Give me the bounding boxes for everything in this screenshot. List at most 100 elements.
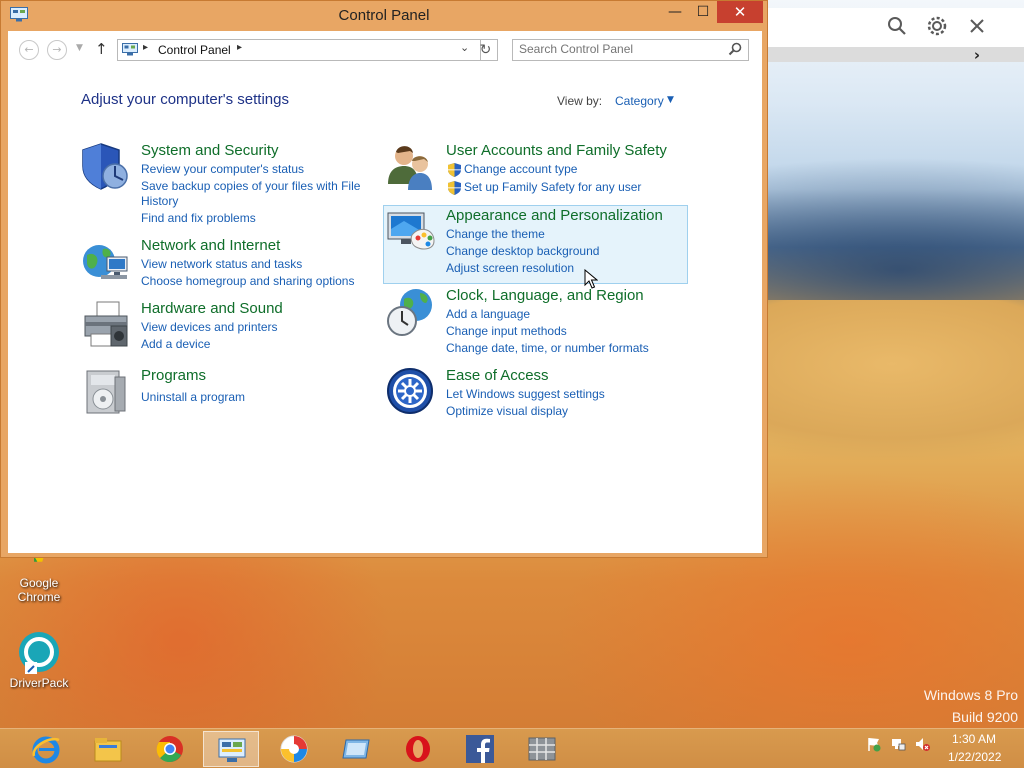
chrome-icon [34,556,44,562]
chevron-right-icon[interactable]: › [974,46,980,64]
close-button[interactable]: ✕ [717,1,763,23]
taskbar-app-grid[interactable] [514,731,570,767]
desktop-icon-google-chrome[interactable]: Google Chrome [6,556,72,604]
category-link[interactable]: Adjust screen resolution [446,260,574,276]
clock-date[interactable]: 1/22/2022 [948,750,1001,764]
category-hardware-and-sound: Hardware and Sound View devices and prin… [81,300,371,356]
page-title: Adjust your computer's settings [81,91,289,108]
network-icon[interactable] [890,736,906,752]
programs-icon [86,370,126,414]
chevron-down-icon[interactable]: ⌄ [460,41,469,54]
search-box[interactable] [512,39,749,61]
category-user-accounts: User Accounts and Family Safety Change a… [386,142,686,198]
recent-locations-icon[interactable]: ▼ [76,43,83,53]
chevron-down-icon[interactable]: ▼ [667,95,674,105]
category-link[interactable]: History [141,193,178,209]
control-panel-icon [122,43,138,56]
ease-of-access-icon [387,368,433,414]
desktop-icon-label: DriverPack [9,676,69,690]
os-build: Build 9200 [951,709,1018,725]
os-version-watermark: Windows 8 Pro Build 9200 [924,684,1018,728]
control-panel-icon [218,738,246,762]
category-network-and-internet: Network and Internet View network status… [81,237,371,293]
taskbar-browser[interactable] [266,731,322,767]
breadcrumb-separator-icon[interactable]: ▸ [143,42,148,53]
category-link[interactable]: Change the theme [446,226,545,242]
category-title[interactable]: Clock, Language, and Region [446,287,644,304]
up-arrow-icon[interactable]: ↑ [95,40,108,58]
category-link[interactable]: Find and fix problems [141,210,256,226]
category-link[interactable]: View network status and tasks [141,256,302,272]
background-browser-window[interactable]: › [765,8,1024,64]
window-icon [342,739,370,759]
address-bar[interactable]: ▸ Control Panel ▸ ⌄ [117,39,481,61]
category-appearance-and-personalization[interactable]: Appearance and Personalization Change th… [386,207,686,281]
category-title[interactable]: Programs [141,367,206,384]
category-link[interactable]: Change account type [464,161,577,177]
desktop-icon-label: Chrome [17,590,61,604]
category-link[interactable]: Change date, time, or number formats [446,340,649,356]
search-icon[interactable] [887,16,907,36]
category-title[interactable]: Hardware and Sound [141,300,283,317]
driverpack-icon [19,632,59,674]
category-title[interactable]: Network and Internet [141,237,280,254]
category-link[interactable]: Change input methods [446,323,567,339]
category-programs: Programs Uninstall a program [81,367,371,417]
app-grid-icon [528,737,556,761]
category-link[interactable]: Change desktop background [446,243,599,259]
volume-muted-icon[interactable] [914,736,930,752]
shield-icon [82,143,128,190]
action-center-flag-icon[interactable] [866,736,882,752]
breadcrumb-separator-icon[interactable]: ▸ [237,42,242,53]
category-link[interactable]: Set up Family Safety for any user [464,179,641,195]
chrome-icon [156,736,183,763]
taskbar-window-app[interactable] [328,731,384,767]
printer-icon [84,301,128,347]
category-link[interactable]: Save backup copies of your files with Fi… [141,178,360,194]
search-icon[interactable] [728,42,742,56]
clock-time[interactable]: 1:30 AM [952,732,996,746]
taskbar-control-panel[interactable] [203,731,259,767]
maximize-button[interactable]: ☐ [689,1,717,23]
network-globe-icon [83,245,128,279]
taskbar-chrome[interactable] [142,731,198,767]
window-content: ← → ▼ ↑ ▸ Control Panel ▸ ⌄ ↻ Adjust you… [8,31,762,553]
category-link[interactable]: Uninstall a program [141,389,245,405]
category-title[interactable]: Appearance and Personalization [446,207,663,224]
back-arrow-icon[interactable]: ← [19,40,39,60]
category-title[interactable]: System and Security [141,142,279,159]
refresh-icon[interactable]: ↻ [474,39,498,61]
search-input[interactable] [519,42,719,56]
control-panel-window[interactable]: Control Panel — ☐ ✕ ← → ▼ ↑ ▸ Control Pa… [0,0,768,558]
uac-shield-icon [448,181,461,195]
category-link[interactable]: Optimize visual display [446,403,568,419]
clock-globe-icon [387,289,432,336]
title-bar[interactable]: Control Panel — ☐ ✕ [1,1,767,31]
forward-arrow-icon[interactable]: → [47,40,67,60]
view-by-dropdown[interactable]: Category [615,94,664,108]
opera-icon [406,736,430,762]
category-title[interactable]: Ease of Access [446,367,549,384]
category-link[interactable]: Add a device [141,336,210,352]
taskbar-opera[interactable] [390,731,446,767]
category-link[interactable]: Review your computer's status [141,161,304,177]
category-link[interactable]: View devices and printers [141,319,278,335]
facebook-icon [466,735,494,763]
taskbar-internet-explorer[interactable] [18,731,74,767]
minimize-button[interactable]: — [661,1,689,23]
os-edition: Windows 8 Pro [923,687,1018,703]
monitor-palette-icon [387,212,435,250]
close-icon[interactable] [969,18,985,34]
category-link[interactable]: Add a language [446,306,530,322]
category-title[interactable]: User Accounts and Family Safety [446,142,667,159]
category-link[interactable]: Choose homegroup and sharing options [141,273,354,289]
taskbar-facebook[interactable] [452,731,508,767]
window-title: Control Panel [338,7,430,24]
category-clock-language-and-region: Clock, Language, and Region Add a langua… [386,287,686,361]
file-explorer-icon [94,738,122,762]
gear-icon[interactable] [926,15,948,37]
breadcrumb[interactable]: Control Panel [158,43,231,57]
desktop-icon-driverpack[interactable]: DriverPack [6,630,72,690]
taskbar-file-explorer[interactable] [80,731,136,767]
category-link[interactable]: Let Windows suggest settings [446,386,605,402]
